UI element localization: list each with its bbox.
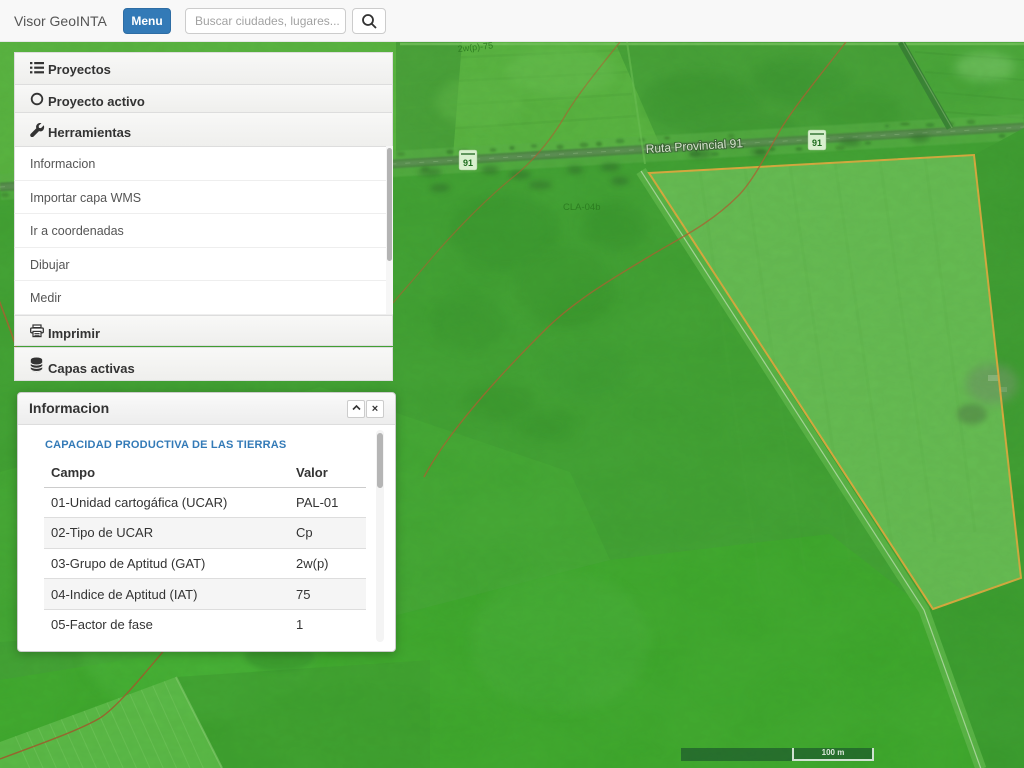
svg-text:CLA-04b: CLA-04b — [563, 202, 601, 213]
svg-text:91: 91 — [463, 158, 473, 168]
svg-text:91: 91 — [812, 138, 822, 148]
